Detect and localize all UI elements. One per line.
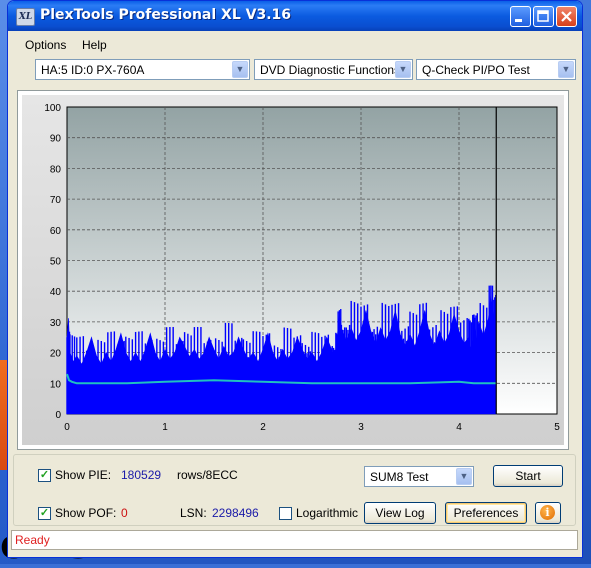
close-icon	[561, 11, 572, 22]
x-tick-label: 5	[554, 422, 560, 433]
minimize-button[interactable]	[510, 6, 531, 27]
function-select[interactable]: DVD Diagnostic Functions ▼	[254, 59, 413, 80]
status-text: Ready	[15, 533, 50, 547]
controls-group: ✓ Show PIE: 180529 rows/8ECC SUM8 Test ▼…	[13, 454, 576, 526]
lsn-value: 2298496	[212, 506, 259, 520]
minimize-icon	[515, 19, 522, 22]
preferences-button[interactable]: Preferences	[445, 502, 527, 524]
y-tick-label: 70	[50, 195, 62, 206]
y-tick-label: 50	[50, 257, 62, 268]
maximize-button[interactable]	[533, 6, 554, 27]
info-button[interactable]: i	[535, 502, 561, 524]
menu-help[interactable]: Help	[82, 38, 107, 52]
app-icon: XL	[16, 8, 35, 26]
graph-panel: 0 10 20 30 40 50 60 70 80 90 100 0 1 2 3 4 5	[22, 95, 564, 445]
chevron-down-icon: ▼	[395, 61, 411, 78]
start-button-label: Start	[515, 469, 541, 483]
y-tick-label: 60	[50, 226, 62, 237]
menu-options[interactable]: Options	[25, 38, 66, 52]
y-tick-label: 40	[50, 287, 62, 298]
start-button[interactable]: Start	[493, 465, 563, 487]
pie-value: 180529	[121, 468, 162, 482]
chevron-down-icon: ▼	[456, 468, 472, 485]
show-pof-label: Show POF:	[55, 506, 117, 520]
x-tick-label: 0	[64, 422, 70, 433]
view-log-button[interactable]: View Log	[364, 502, 436, 524]
title-bar[interactable]: XL PlexTools Professional XL V3.16	[8, 1, 582, 31]
y-tick-label: 100	[44, 103, 61, 114]
graph-frame: 0 10 20 30 40 50 60 70 80 90 100 0 1 2 3 4 5	[17, 90, 569, 450]
lsn-label: LSN:	[180, 506, 207, 520]
y-tick-label: 10	[50, 379, 62, 390]
x-tick-label: 3	[358, 422, 364, 433]
show-pie-checkbox[interactable]: ✓	[38, 469, 51, 482]
drive-select[interactable]: HA:5 ID:0 PX-760A ▼	[35, 59, 250, 80]
view-log-button-label: View Log	[375, 506, 425, 520]
show-pof-checkbox[interactable]: ✓	[38, 507, 51, 520]
pof-value: 0	[121, 506, 128, 520]
status-bar: Ready	[11, 530, 578, 550]
y-tick-label: 90	[50, 134, 62, 145]
function-select-value: DVD Diagnostic Functions	[260, 63, 401, 77]
x-tick-label: 2	[260, 422, 266, 433]
drive-select-value: HA:5 ID:0 PX-760A	[41, 63, 145, 77]
close-button[interactable]	[556, 6, 577, 27]
y-tick-label: 20	[50, 349, 62, 360]
sum-test-select[interactable]: SUM8 Test ▼	[364, 466, 474, 487]
logarithmic-checkbox[interactable]	[279, 507, 292, 520]
app-window: XL PlexTools Professional XL V3.16 Optio…	[7, 0, 583, 558]
chevron-down-icon: ▼	[558, 61, 574, 78]
test-select-value: Q-Check PI/PO Test	[422, 63, 530, 77]
x-tick-label: 1	[162, 422, 168, 433]
maximize-icon	[537, 10, 549, 22]
preferences-button-label: Preferences	[453, 506, 519, 520]
window-title: PlexTools Professional XL V3.16	[40, 7, 292, 23]
info-icon: i	[540, 505, 555, 520]
show-pie-label: Show PIE:	[55, 468, 112, 482]
pi-po-chart: 0 10 20 30 40 50 60 70 80 90 100 0 1 2 3 4 5	[44, 103, 560, 433]
y-tick-label: 30	[50, 318, 62, 329]
sum-test-select-value: SUM8 Test	[370, 470, 429, 484]
test-select[interactable]: Q-Check PI/PO Test ▼	[416, 59, 576, 80]
y-tick-label: 80	[50, 164, 62, 175]
menu-bar: Options Help	[8, 35, 582, 55]
logarithmic-label: Logarithmic	[296, 506, 359, 520]
pie-unit-label: rows/8ECC	[177, 468, 238, 482]
y-tick-label: 0	[55, 410, 61, 421]
chevron-down-icon: ▼	[232, 61, 248, 78]
x-tick-label: 4	[456, 422, 462, 433]
